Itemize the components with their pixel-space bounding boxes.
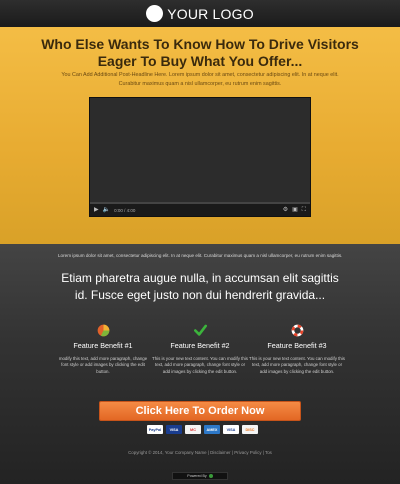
feature-3-title: Feature Benefit #3 [267,341,327,350]
lifebuoy-icon [291,324,303,337]
intro-text: Lorem ipsum dolor sit amet, consectetur … [58,253,343,258]
settings-icon[interactable]: ⚙ [283,207,288,213]
video-screen[interactable] [90,98,310,204]
logo-text: YOUR LOGO [167,5,254,22]
payment-card-mc: MC [185,425,201,434]
payment-card-paypal: PayPal [147,425,163,434]
logo-circle-icon [146,5,164,22]
video-player[interactable]: ▶ 🔈 0:00 / 4:00 ⚙ ▣ ⛶ [89,97,311,217]
payment-card-visa: VISA [223,425,239,434]
feature-3: Feature Benefit #3 This is your new text… [249,324,345,375]
hero-section: Who Else Wants To Know How To Drive Visi… [0,27,400,244]
payment-card-visa: VISA [166,425,182,434]
feature-1: Feature Benefit #1 modify this text, add… [55,324,151,375]
features-row: Feature Benefit #1 modify this text, add… [55,324,345,375]
footer-links[interactable]: Copyright © 2014, Your Company Name | Di… [0,450,400,455]
order-now-button[interactable]: Click Here To Order Now [99,401,301,421]
youtube-icon[interactable]: ▣ [292,207,298,213]
feature-1-title: Feature Benefit #1 [73,341,133,350]
payment-card-amex: AMEX [204,425,220,434]
volume-icon[interactable]: 🔈 [103,207,110,213]
feature-2-title: Feature Benefit #2 [170,341,230,350]
logo[interactable]: YOUR LOGO [146,5,254,22]
pie-chart-icon [97,324,109,337]
feature-2-text: This is your new text content. You can m… [152,356,248,374]
video-controls: ▶ 🔈 0:00 / 4:00 ⚙ ▣ ⛶ [90,204,310,216]
feature-1-text: modify this text, add more paragraph, ch… [58,356,148,374]
feature-headline: Etiam pharetra augue nulla, in accumsan … [61,271,339,302]
sub-headline: You Can Add Additional Post-Headline Her… [61,72,339,87]
page-headline: Who Else Wants To Know How To Drive Visi… [41,36,359,69]
fullscreen-icon[interactable]: ⛶ [302,207,306,213]
brand-dot-icon [208,474,213,478]
payment-card-disc: DISC [242,425,258,434]
content-section: Lorem ipsum dolor sit amet, consectetur … [0,244,400,484]
feature-2: Feature Benefit #2 This is your new text… [152,324,248,375]
payment-cards: PayPal VISA MC AMEX VISA DISC [147,425,258,434]
video-time: 0:00 / 4:00 [114,207,136,213]
powered-by-label: Powered By [187,474,207,478]
header: YOUR LOGO [0,0,400,27]
checkmark-icon [193,324,207,336]
play-icon[interactable]: ▶ [94,207,99,213]
powered-by-badge[interactable]: Powered By [172,472,228,480]
feature-3-text: This is your new text content. You can m… [249,356,345,374]
